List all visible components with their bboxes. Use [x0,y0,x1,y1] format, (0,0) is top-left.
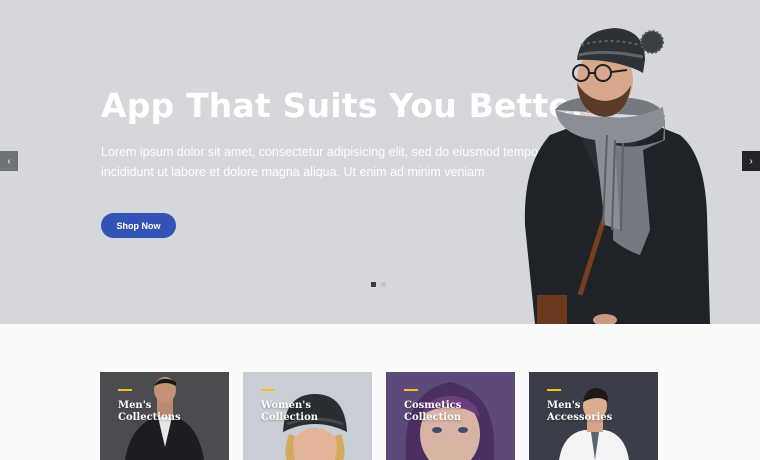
accent-bar [118,389,132,391]
category-title: Men's Collections [118,400,181,423]
next-slide-button[interactable]: › [742,151,760,171]
accent-bar [547,389,561,391]
chevron-right-icon: › [749,155,753,167]
accent-bar [261,389,275,391]
shop-now-button[interactable]: Shop Now [101,213,176,238]
hero-slider: App That Suits You Better Lorem ipsum do… [0,0,760,324]
category-card-cosmetics-collection[interactable]: Cosmetics Collection [386,372,515,460]
category-title: Men's Accessories [547,400,613,423]
slide-dot-2[interactable] [381,282,386,287]
chevron-left-icon: ‹ [7,155,11,167]
category-title: Cosmetics Collection [404,400,462,423]
slide-dot-1[interactable] [371,282,376,287]
hero-description: Lorem ipsum dolor sit amet, consectetur … [101,145,543,179]
prev-slide-button[interactable]: ‹ [0,151,18,171]
category-title: Women's Collection [261,400,319,423]
hero-model-image [524,28,710,324]
category-card-womens-collection[interactable]: Women's Collection [243,372,372,460]
slider-pagination [371,282,386,287]
accent-bar [404,389,418,391]
category-card-mens-collections[interactable]: Men's Collections [100,372,229,460]
category-cards: Men's Collections Women's Collection Cos… [100,372,660,460]
category-card-mens-accessories[interactable]: Men's Accessories [529,372,658,460]
